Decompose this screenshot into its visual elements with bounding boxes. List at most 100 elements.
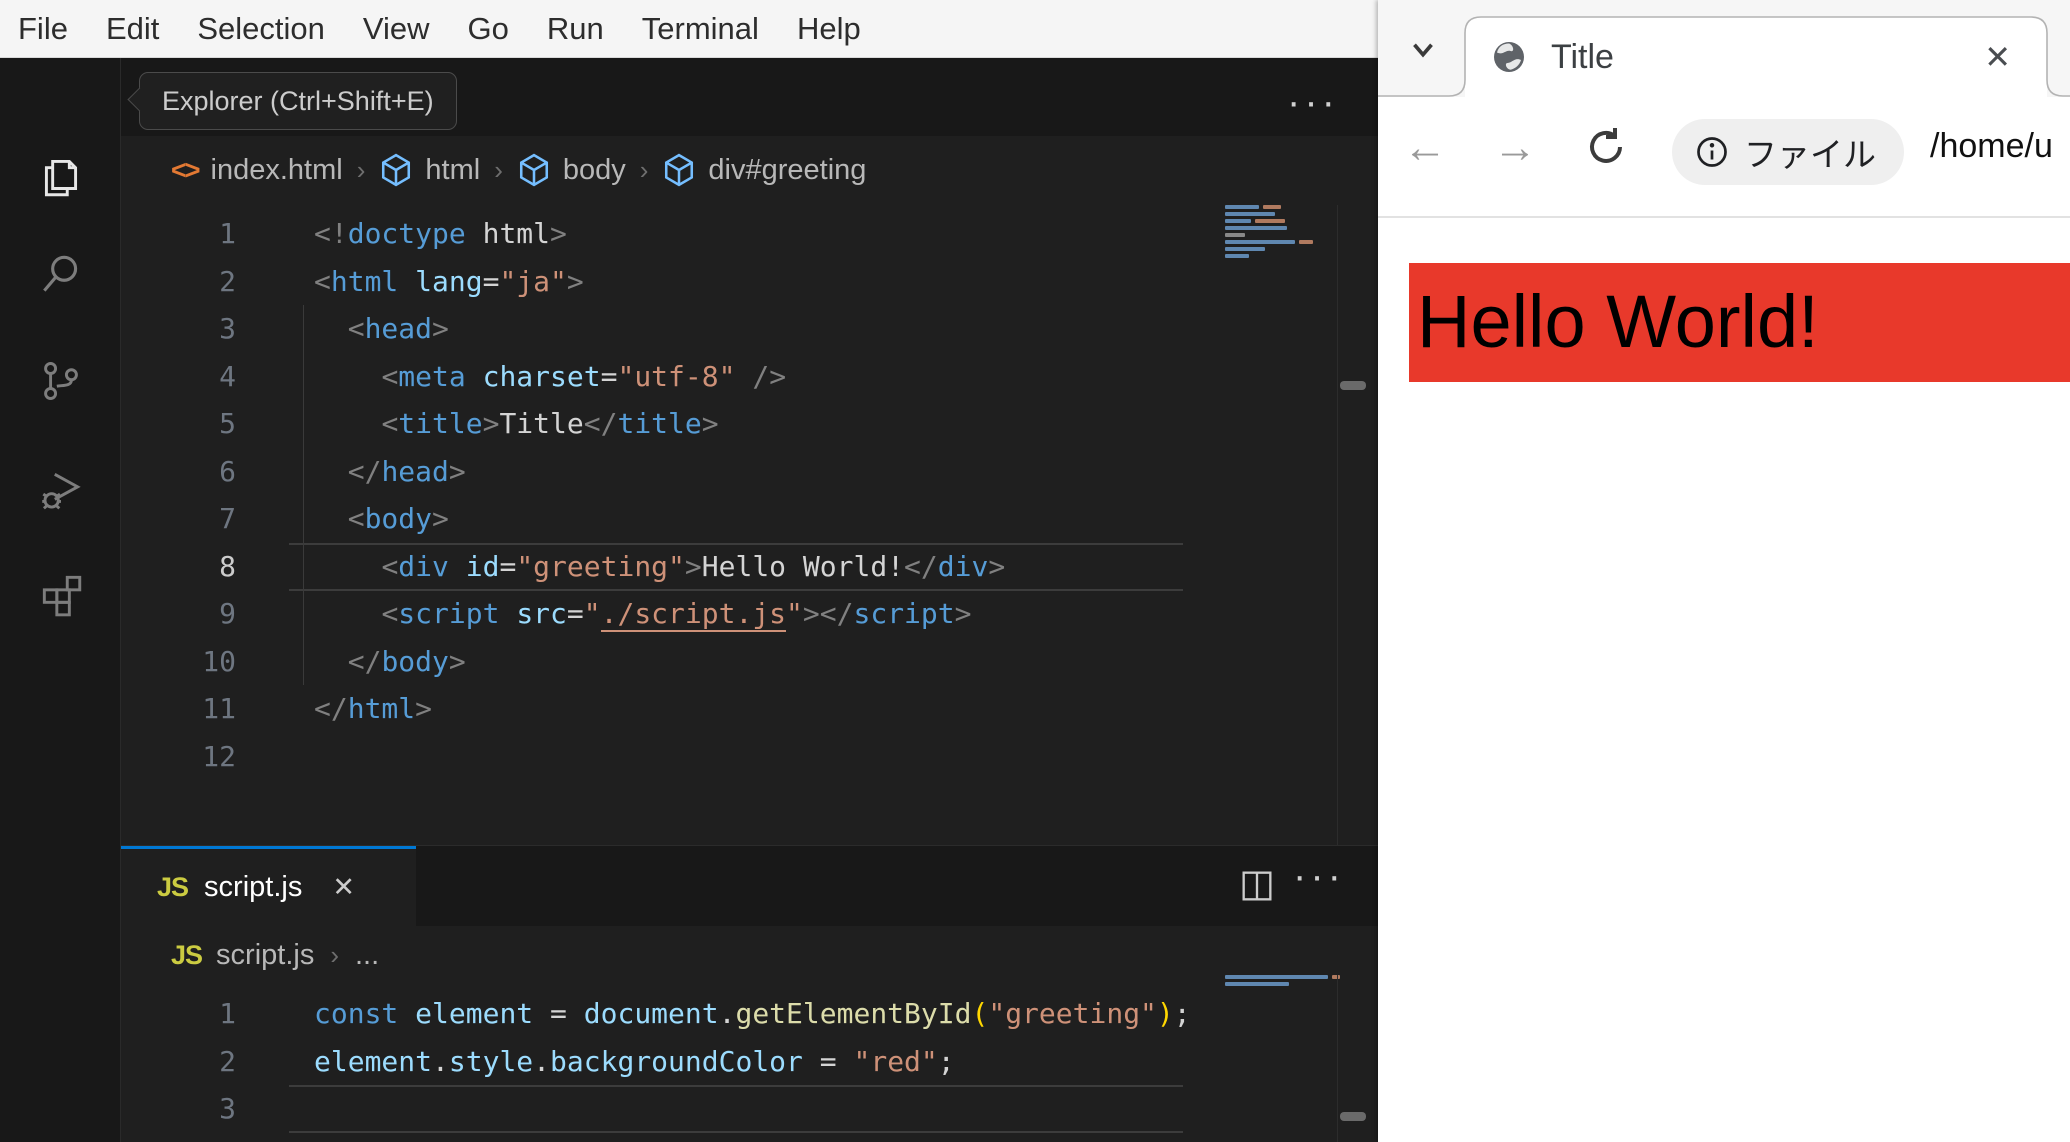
html-file-icon: <> xyxy=(171,154,201,185)
panel-breadcrumb: JS script.js ›... xyxy=(121,925,1378,985)
breadcrumb-separator: › xyxy=(639,154,649,185)
close-icon[interactable]: ✕ xyxy=(332,872,355,903)
code-line[interactable]: 1 <!doctype html> xyxy=(150,210,1183,258)
code-line-text: <div id="greeting">Hello World!</div> xyxy=(381,549,1006,583)
tab-script-js[interactable]: JS script.js ✕ xyxy=(121,846,416,926)
code-line-text: </html> xyxy=(314,692,433,725)
menu-item-go[interactable]: Go xyxy=(468,11,509,47)
tab-close-icon[interactable]: ✕ xyxy=(1984,38,2011,76)
line-number: 11 xyxy=(202,692,236,725)
indent-guide xyxy=(303,305,304,685)
menu-item-help[interactable]: Help xyxy=(797,11,861,47)
line-number: 6 xyxy=(219,454,236,488)
screen: File Edit Selection View Go Run Terminal Help xyxy=(0,0,2070,1142)
symbol-cube-icon xyxy=(379,153,413,187)
breadcrumb-item[interactable]: html xyxy=(425,154,480,187)
panel-more-actions-icon[interactable]: ··· xyxy=(1293,854,1345,899)
run-debug-icon[interactable] xyxy=(36,466,86,516)
panel-scrollbar[interactable] xyxy=(1337,975,1368,1142)
split-editor-icon[interactable] xyxy=(1237,866,1277,906)
line-number: 8 xyxy=(219,549,236,583)
menu-item-selection[interactable]: Selection xyxy=(197,11,325,47)
symbol-cube-icon xyxy=(517,153,551,187)
code-line-text: <meta charset="utf-8" /> xyxy=(381,359,787,393)
code-line-text: <!doctype html> xyxy=(314,217,567,250)
code-line[interactable]: 9 <script src="./script.js"></script> xyxy=(150,590,1183,638)
code-line[interactable]: 2 <html lang="ja"> xyxy=(150,258,1183,306)
code-line[interactable]: 7 <body> xyxy=(150,495,1183,543)
line-number: 1 xyxy=(219,217,236,250)
code-line[interactable]: 8 <div id="greeting">Hello World!</div> xyxy=(150,542,1183,591)
back-icon[interactable]: ← xyxy=(1402,125,1448,171)
panel-minimap[interactable] xyxy=(1225,975,1340,989)
site-info-chip[interactable]: ファイル xyxy=(1672,119,1904,185)
symbol-cube-icon xyxy=(662,153,696,187)
browser-window: Title ✕ ← → ファイル /home/u Hello World! xyxy=(1378,0,2070,1142)
menu-item-file[interactable]: File xyxy=(18,11,68,47)
code-line[interactable]: 10 </body> xyxy=(150,638,1183,686)
code-line[interactable]: 1 const element = document.getElementById… xyxy=(150,990,1191,1038)
search-icon[interactable] xyxy=(36,249,86,299)
line-number: 5 xyxy=(219,407,236,440)
tooltip-text: Explorer (Ctrl+Shift+E) xyxy=(162,85,434,116)
browser-tab[interactable]: Title ✕ xyxy=(1465,17,2047,97)
explorer-files-icon[interactable] xyxy=(36,151,86,201)
menu-item-view[interactable]: View xyxy=(363,11,430,47)
url-text[interactable]: /home/u xyxy=(1930,127,2053,166)
line-number: 1 xyxy=(219,997,236,1030)
code-line-text: </body> xyxy=(347,644,466,678)
breadcrumb-item[interactable]: body xyxy=(563,154,626,187)
line-number: 2 xyxy=(219,264,236,298)
greeting-element: Hello World! xyxy=(1409,263,2070,382)
code-line-text: element.style.backgroundColor = "red"; xyxy=(314,1044,955,1078)
breadcrumb-item[interactable]: ... xyxy=(355,939,379,972)
scrollbar[interactable] xyxy=(1337,205,1368,845)
code-line[interactable]: 12 xyxy=(150,733,1183,781)
source-control-icon[interactable] xyxy=(36,356,86,406)
breadcrumb-separator: › xyxy=(494,154,503,185)
menu-item-terminal[interactable]: Terminal xyxy=(642,11,759,47)
code-line-text: <html lang="ja"> xyxy=(314,264,584,298)
browser-tab-title: Title xyxy=(1551,37,1614,76)
line-number: 12 xyxy=(202,739,236,773)
panel-scrollbar-thumb[interactable] xyxy=(1340,1112,1366,1121)
code-line[interactable]: 2 element.style.backgroundColor = "red"; xyxy=(150,1038,1183,1086)
minimap[interactable] xyxy=(1225,205,1320,261)
line-number: 7 xyxy=(219,502,236,535)
chip-label: ファイル xyxy=(1744,136,1876,173)
breadcrumb-item[interactable]: script.js xyxy=(216,939,314,972)
code-line[interactable]: 4 <meta charset="utf-8" /> xyxy=(150,353,1183,401)
tab-label: script.js xyxy=(204,871,303,903)
code-line-text: const element = document.getElementById(… xyxy=(314,997,1191,1030)
menu-item-edit[interactable]: Edit xyxy=(106,11,159,47)
code-line[interactable]: 6 </head> xyxy=(150,448,1183,496)
menu-item-run[interactable]: Run xyxy=(547,11,604,47)
line-number: 2 xyxy=(219,1044,236,1078)
breadcrumb-separator: › xyxy=(330,939,339,970)
breadcrumb-item[interactable]: div#greeting xyxy=(708,154,866,187)
browser-page: Hello World! xyxy=(1378,218,2070,1142)
code-line[interactable]: 5 <title>Title</title> xyxy=(150,400,1183,448)
current-line-highlight xyxy=(289,1085,1183,1133)
info-icon xyxy=(1694,134,1730,170)
editor-more-actions-icon[interactable]: ··· xyxy=(1287,80,1339,125)
line-number: 3 xyxy=(219,1092,236,1125)
browser-tab-bar: Title ✕ xyxy=(1378,0,2070,97)
chevron-down-icon[interactable] xyxy=(1406,32,1440,66)
line-number: 3 xyxy=(219,312,236,345)
explorer-tooltip: Explorer (Ctrl+Shift+E) xyxy=(139,72,457,130)
breadcrumb-item[interactable]: index.html xyxy=(211,154,343,187)
code-line-text: <body> xyxy=(347,502,449,535)
forward-icon[interactable]: → xyxy=(1492,125,1538,171)
reload-icon[interactable] xyxy=(1582,123,1630,171)
code-line[interactable]: 3 xyxy=(150,1085,1183,1133)
extensions-icon[interactable] xyxy=(36,569,86,619)
code-line-text: <head> xyxy=(347,312,449,345)
code-line[interactable]: 3 <head> xyxy=(150,305,1183,353)
scrollbar-thumb[interactable] xyxy=(1340,381,1366,390)
menu-bar: File Edit Selection View Go Run Terminal Help xyxy=(0,0,1378,58)
code-line-text: <title>Title</title> xyxy=(381,407,719,440)
editor-area: ··· <> index.html › html › body › div#greeting … xyxy=(121,58,1378,1142)
code-line[interactable]: 11 </html> xyxy=(150,685,1183,733)
code-line-text: <script src="./script.js"></script> xyxy=(381,597,972,632)
